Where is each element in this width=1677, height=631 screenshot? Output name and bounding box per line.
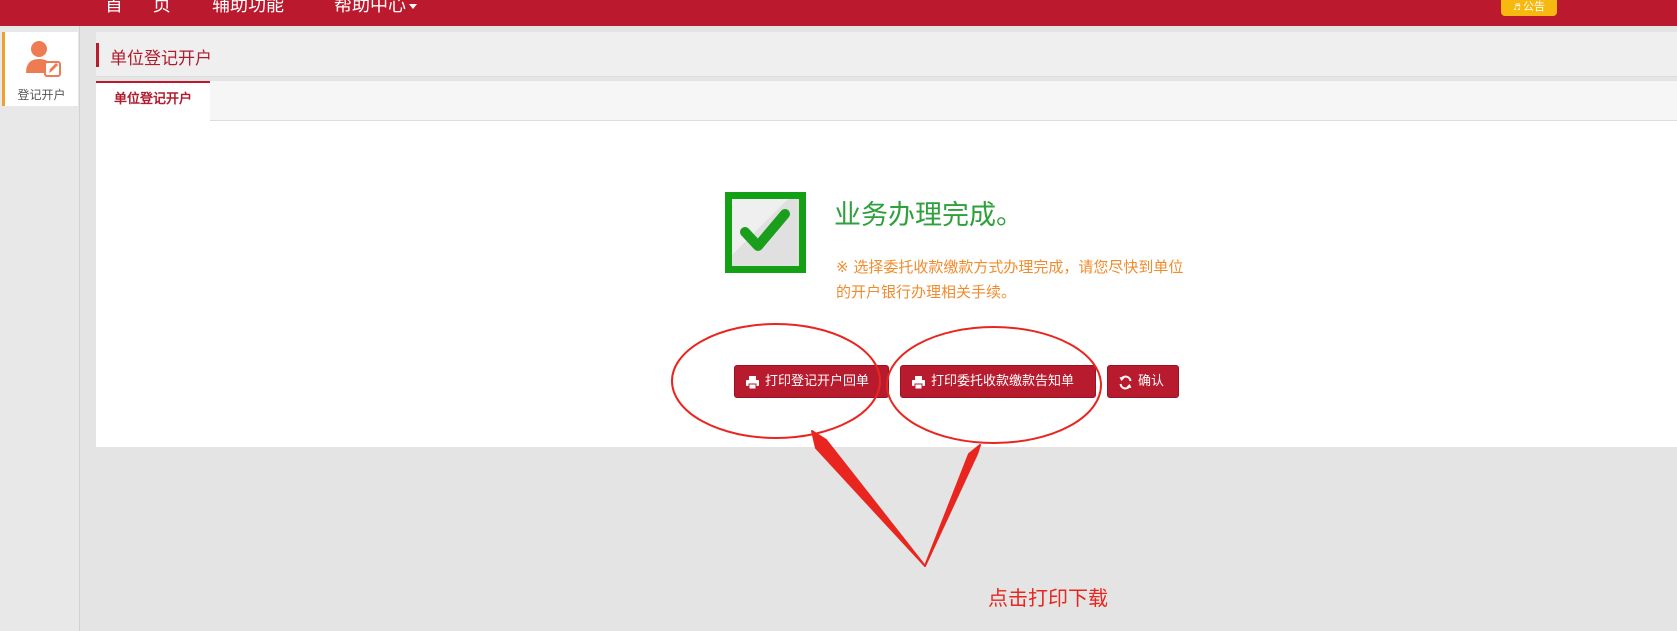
success-checkmark-icon bbox=[725, 192, 806, 273]
tab-strip: 单位登记开户 bbox=[96, 81, 1677, 122]
tab-unit-register-account[interactable]: 单位登记开户 bbox=[96, 81, 210, 122]
annotation-arrow-right bbox=[924, 444, 981, 567]
annotation-arrow-left bbox=[811, 430, 926, 567]
success-title: 业务办理完成。 bbox=[834, 200, 1023, 231]
print-register-receipt-button[interactable]: 打印登记开户回单 bbox=[734, 365, 889, 398]
chevron-down-icon bbox=[409, 3, 417, 9]
notice-label: 公告 bbox=[1523, 0, 1546, 13]
nav-help-center[interactable]: 帮助中心 bbox=[334, 0, 417, 20]
sidebar-item-register-account[interactable]: 登记开户 bbox=[2, 32, 78, 106]
confirm-button[interactable]: 确认 bbox=[1107, 365, 1179, 398]
page-header: 单位登记开户 bbox=[96, 32, 1677, 77]
print-collection-notice-button[interactable]: 打印委托收款缴款告知单 bbox=[900, 365, 1096, 398]
nav-auxiliary-functions[interactable]: 辅助功能 bbox=[212, 0, 284, 20]
content-card: 单位登记开户 业务办理完成。 ※ 选择委托收款缴款方式办理完成，请您尽快到单位的… bbox=[96, 81, 1677, 447]
top-nav-bar: 首 页 辅助功能 帮助中心 ♬ 公告 bbox=[0, 0, 1677, 26]
sidebar-item-label: 登记开户 bbox=[17, 88, 66, 102]
annotation-label: 点击打印下载 bbox=[988, 586, 1108, 610]
notice-button[interactable]: ♬ 公告 bbox=[1501, 0, 1557, 16]
user-edit-icon bbox=[26, 41, 61, 77]
success-note: ※ 选择委托收款缴款方式办理完成，请您尽快到单位的开户银行办理相关手续。 bbox=[836, 258, 1184, 301]
print-collection-notice-label: 打印委托收款缴款告知单 bbox=[931, 374, 1075, 389]
left-sidebar: 登记开户 bbox=[0, 26, 80, 631]
printer-icon bbox=[746, 376, 759, 390]
nav-help-label: 帮助中心 bbox=[334, 0, 406, 16]
page-title: 单位登记开户 bbox=[110, 49, 212, 69]
speaker-icon: ♬ bbox=[1512, 3, 1522, 13]
title-accent-bar bbox=[96, 43, 99, 67]
printer-icon bbox=[912, 376, 925, 390]
nav-home[interactable]: 首 页 bbox=[105, 0, 183, 20]
refresh-icon bbox=[1119, 375, 1132, 390]
print-register-receipt-label: 打印登记开户回单 bbox=[765, 374, 870, 389]
confirm-label: 确认 bbox=[1138, 374, 1165, 389]
